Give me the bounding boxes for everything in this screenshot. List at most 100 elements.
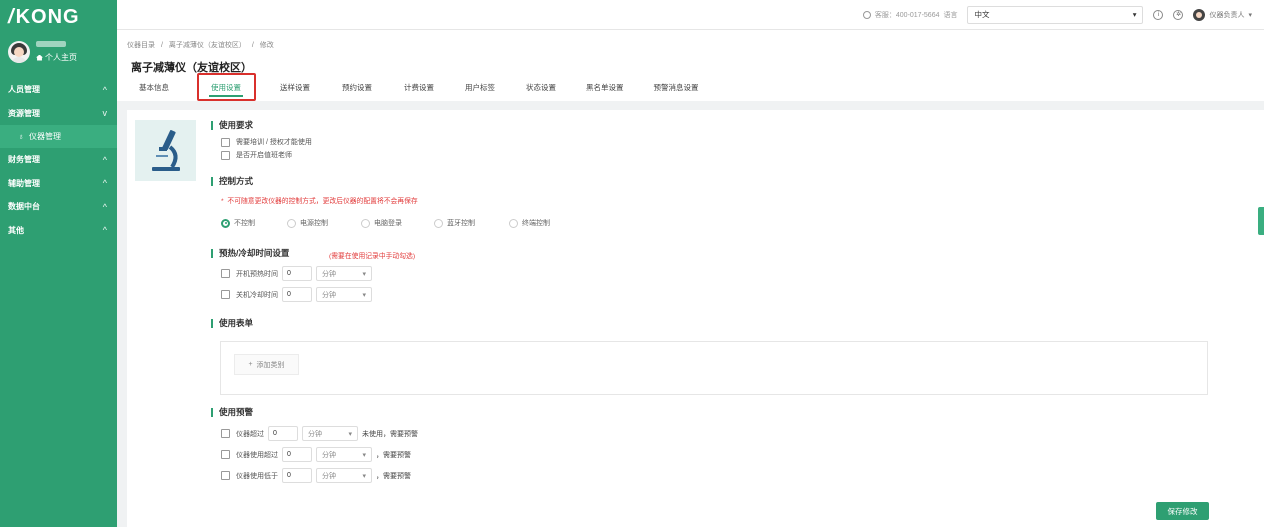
- support-text: 客服：400-017-5664: [874, 11, 940, 19]
- tab-user-tags[interactable]: 用户标签: [465, 80, 495, 97]
- preheat-row: 开机预热时间 0 分钟 ▾: [221, 266, 376, 281]
- side-drawer-handle[interactable]: [1258, 207, 1264, 235]
- chevron-up-icon: ^: [102, 225, 107, 236]
- add-category-button[interactable]: + 添加类别: [234, 354, 299, 375]
- chevron-down-icon: ▾: [1132, 10, 1137, 19]
- radio-terminal-control[interactable]: 终端控制: [509, 218, 550, 228]
- tab-sample-settings[interactable]: 送样设置: [280, 80, 310, 97]
- sidebar-item-personnel[interactable]: 人员管理 ^: [0, 78, 117, 102]
- sidebar-nav: 人员管理 ^ 资源管理 v ♁ 仪器管理 财务管理 ^ 辅助管理 ^ 数据中台 …: [0, 78, 117, 242]
- breadcrumb-item[interactable]: 离子减薄仪（友谊校区）: [169, 42, 246, 49]
- chevron-down-icon: ▾: [362, 270, 366, 278]
- breadcrumb-item: 修改: [259, 42, 274, 49]
- username-redacted: [36, 41, 66, 47]
- cooling-row: 关机冷却时间 0 分钟 ▾: [221, 287, 376, 302]
- sidebar-item-resources[interactable]: 资源管理 v: [0, 102, 117, 126]
- chevron-down-icon: ▾: [348, 430, 352, 438]
- plus-icon: +: [248, 361, 253, 368]
- tab-bar: 基本信息 使用设置 送样设置 预约设置 计费设置 用户标签 状态设置 黑名单设置…: [139, 73, 699, 101]
- microscope-icon: [151, 129, 180, 171]
- preheat-hint: (需要在使用记录中手动勾选): [329, 253, 416, 260]
- tab-blacklist-settings[interactable]: 黑名单设置: [586, 80, 624, 97]
- alert-over-checkbox[interactable]: [221, 450, 230, 459]
- control-mode-warning: * 不可随意更改仪器的控制方式，更改后仪器的配置将不会再保存: [221, 198, 418, 205]
- section-usage-requirements: 使用要求: [211, 121, 253, 130]
- tab-alert-message-settings[interactable]: 预警消息设置: [654, 80, 699, 97]
- sidebar-item-data-center[interactable]: 数据中台 ^: [0, 195, 117, 219]
- duty-teacher-checkbox[interactable]: 是否开启值班老师: [221, 150, 292, 160]
- instrument-image: [135, 120, 196, 181]
- language-select[interactable]: 中文 ▾: [967, 5, 1144, 24]
- home-link[interactable]: 个人主页: [36, 52, 77, 63]
- sidebar-item-other[interactable]: 其他 ^: [0, 219, 117, 243]
- tab-status-settings[interactable]: 状态设置: [526, 80, 556, 97]
- tab-usage-settings[interactable]: 使用设置: [197, 73, 256, 101]
- usage-form-box: + 添加类别: [220, 341, 1208, 395]
- breadcrumb-item[interactable]: 仪器目录: [127, 42, 155, 49]
- user-name: 仪器负责人: [1209, 11, 1245, 19]
- user-avatar: [1193, 8, 1206, 21]
- radio-bluetooth-control[interactable]: 蓝牙控制: [434, 218, 509, 228]
- user-menu[interactable]: 仪器负责人 ▾: [1193, 8, 1252, 21]
- cooling-unit-select[interactable]: 分钟 ▾: [316, 287, 372, 302]
- save-button[interactable]: 保存修改: [1156, 502, 1209, 520]
- chevron-down-icon: ▾: [362, 451, 366, 459]
- headset-icon: [862, 10, 871, 19]
- preheat-checkbox[interactable]: [221, 269, 230, 278]
- sidebar-item-assist[interactable]: 辅助管理 ^: [0, 172, 117, 196]
- chevron-down-icon: ▾: [1248, 11, 1252, 19]
- home-icon: [36, 54, 43, 61]
- avatar[interactable]: [8, 41, 30, 63]
- page-header: 仪器目录 / 离子减薄仪（友谊校区） / 修改 离子减薄仪（友谊校区） 基本信息…: [117, 30, 1264, 101]
- preheat-time-input[interactable]: 0: [282, 266, 312, 281]
- sidebar: / KONG 个人主页 人员管理 ^ 资源管理 v ♁ 仪器管理 财务管理 ^ …: [0, 0, 117, 527]
- tab-basic-info[interactable]: 基本信息: [139, 80, 169, 97]
- alert-under-checkbox[interactable]: [221, 471, 230, 480]
- alert-under-input[interactable]: 0: [282, 468, 312, 483]
- section-usage-alert: 使用预警: [211, 408, 253, 417]
- section-usage-form: 使用表单: [211, 319, 253, 328]
- chevron-up-icon: ^: [102, 154, 107, 165]
- tab-billing-settings[interactable]: 计费设置: [404, 80, 434, 97]
- brand-logo[interactable]: / KONG: [0, 0, 117, 34]
- alert-over-unit-select[interactable]: 分钟 ▾: [316, 447, 372, 462]
- preheat-unit-select[interactable]: 分钟 ▾: [316, 266, 372, 281]
- alert-idle-row: 仪器超过 0 分钟 ▾ 未使用，需要预警: [221, 426, 418, 441]
- alert-under-row: 仪器使用低于 0 分钟 ▾ ，需要预警: [221, 468, 411, 483]
- logo-mark-icon: /: [8, 5, 15, 28]
- alert-idle-input[interactable]: 0: [268, 426, 298, 441]
- chevron-down-icon: ▾: [362, 291, 366, 299]
- control-mode-radios: 不控制 电源控制 电脑登录 蓝牙控制 终端控制: [221, 218, 550, 228]
- require-training-checkbox[interactable]: 需要培训 / 授权才能使用: [221, 137, 312, 147]
- alert-idle-unit-select[interactable]: 分钟 ▾: [302, 426, 358, 441]
- radio-power-control[interactable]: 电源控制: [287, 218, 361, 228]
- chevron-down-icon: v: [102, 108, 108, 119]
- home-label: 个人主页: [45, 53, 77, 62]
- alert-under-unit-select[interactable]: 分钟 ▾: [316, 468, 372, 483]
- chevron-down-icon: ▾: [362, 472, 366, 480]
- cooling-checkbox[interactable]: [221, 290, 230, 299]
- chevron-up-icon: ^: [102, 201, 107, 212]
- tab-booking-settings[interactable]: 预约设置: [342, 80, 372, 97]
- radio-no-control[interactable]: 不控制: [221, 218, 287, 228]
- cooling-time-input[interactable]: 0: [282, 287, 312, 302]
- support-info: 客服：400-017-5664 语言: [862, 10, 958, 20]
- alert-idle-checkbox[interactable]: [221, 429, 230, 438]
- gear-icon[interactable]: ✲: [1173, 9, 1184, 20]
- profile: 个人主页: [0, 34, 117, 70]
- breadcrumb: 仪器目录 / 离子减薄仪（友谊校区） / 修改: [127, 42, 274, 49]
- logo-text: KONG: [15, 5, 80, 28]
- radio-computer-login[interactable]: 电脑登录: [361, 218, 434, 228]
- info-icon[interactable]: i: [1153, 9, 1164, 20]
- language-label: 语言: [943, 11, 958, 19]
- highlight-box: [197, 73, 256, 101]
- alert-over-input[interactable]: 0: [282, 447, 312, 462]
- alert-over-row: 仪器使用超过 0 分钟 ▾ ，需要预警: [221, 447, 411, 462]
- section-preheat-cooling: 预热/冷却时间设置: [211, 249, 289, 258]
- sidebar-item-finance[interactable]: 财务管理 ^: [0, 148, 117, 172]
- chevron-up-icon: ^: [102, 178, 107, 189]
- chevron-up-icon: ^: [102, 84, 107, 95]
- instrument-icon: ♁: [18, 132, 24, 141]
- top-bar: 客服：400-017-5664 语言 中文 ▾ i ✲ 仪器负责人 ▾: [117, 0, 1264, 30]
- sidebar-item-instrument-management[interactable]: ♁ 仪器管理: [0, 125, 117, 148]
